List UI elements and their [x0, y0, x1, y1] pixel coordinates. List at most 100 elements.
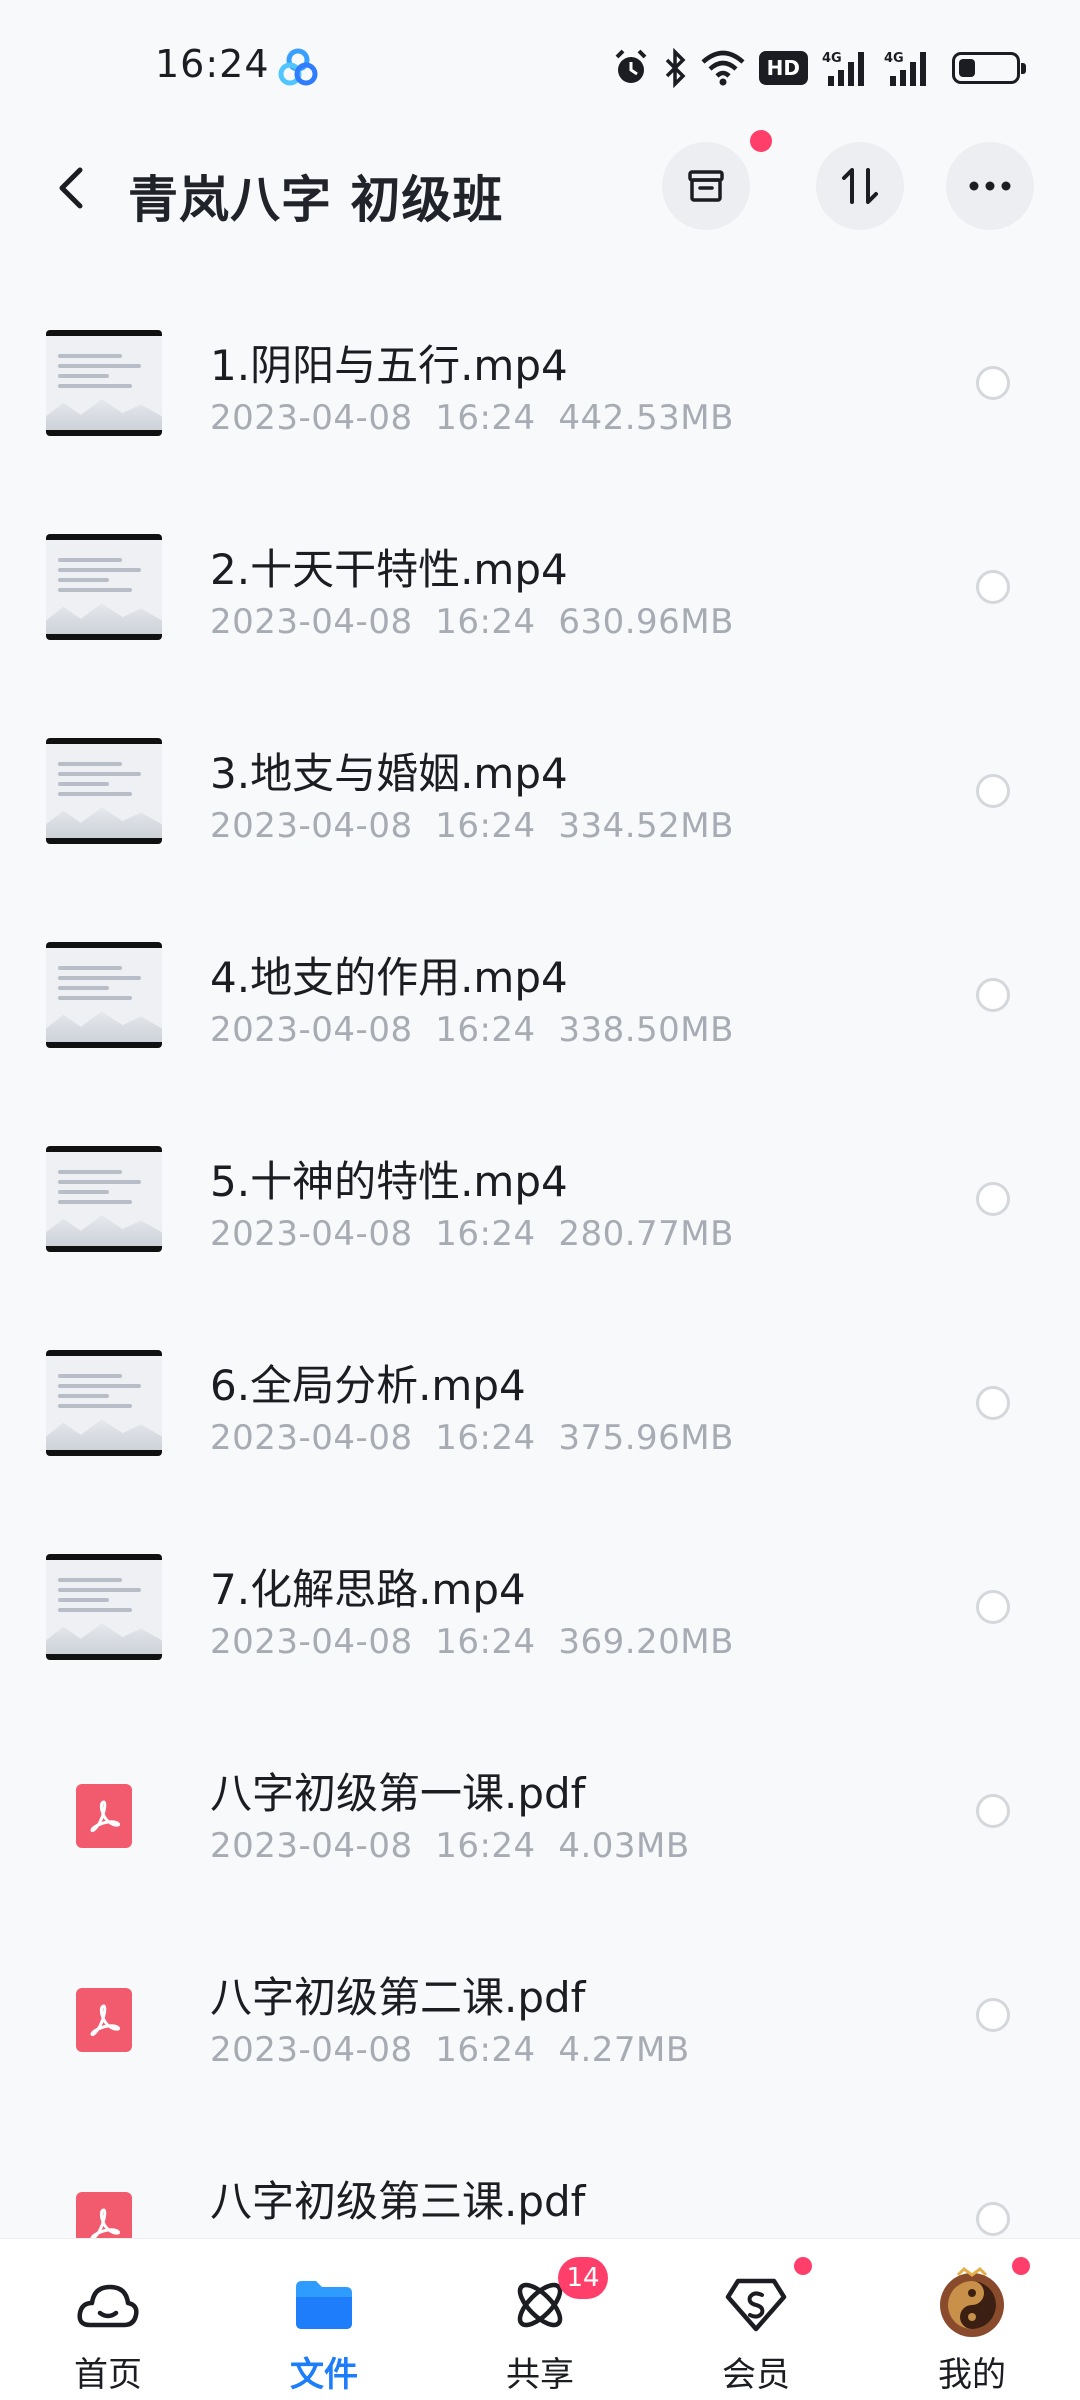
file-name: 7.化解思路.mp4	[210, 1565, 526, 1614]
video-thumbnail	[46, 1146, 162, 1252]
bottom-nav: 首页 文件 14 共享 会员 我的	[0, 2238, 1080, 2400]
sort-button[interactable]	[816, 142, 904, 230]
svg-text:4G: 4G	[884, 51, 904, 66]
file-row[interactable]: 6.全局分析.mp4 2023-04-08 16:24 375.96MB	[0, 1300, 1080, 1504]
file-name: 6.全局分析.mp4	[210, 1361, 526, 1410]
file-size: 375.96MB	[558, 1418, 734, 1458]
file-list: 1.阴阳与五行.mp4 2023-04-08 16:24 442.53MB 2.十天…	[0, 280, 1080, 2320]
file-row[interactable]: 7.化解思路.mp4 2023-04-08 16:24 369.20MB	[0, 1504, 1080, 1708]
file-name: 八字初级第一课.pdf	[210, 1769, 586, 1818]
chevron-left-icon	[59, 167, 83, 209]
file-row[interactable]: 八字初级第一课.pdf 2023-04-08 16:24 4.03MB	[0, 1708, 1080, 1912]
file-row[interactable]: 1.阴阳与五行.mp4 2023-04-08 16:24 442.53MB	[0, 280, 1080, 484]
status-icons: HD 4G 4G	[613, 46, 1026, 90]
video-thumbnail	[46, 534, 162, 640]
file-name: 1.阴阳与五行.mp4	[210, 341, 568, 390]
file-meta: 2023-04-08 16:24 334.52MB	[210, 806, 734, 846]
file-date: 2023-04-08 16:24	[210, 602, 536, 642]
file-name: 八字初级第二课.pdf	[210, 1973, 586, 2022]
file-name: 4.地支的作用.mp4	[210, 953, 568, 1002]
hd-label: HD	[758, 51, 808, 85]
page-title: 青岚八字 初级班	[128, 171, 504, 229]
battery-icon	[952, 48, 1026, 88]
file-row[interactable]: 5.十神的特性.mp4 2023-04-08 16:24 280.77MB	[0, 1096, 1080, 1300]
file-meta: 2023-04-08 16:24 4.03MB	[210, 1826, 690, 1866]
file-size: 369.20MB	[558, 1622, 734, 1662]
video-thumbnail	[46, 942, 162, 1048]
nav-home[interactable]: 首页	[0, 2239, 216, 2400]
file-date: 2023-04-08 16:24	[210, 1418, 536, 1458]
select-checkbox[interactable]	[976, 1590, 1010, 1624]
nav-label-vip: 会员	[722, 2355, 790, 2395]
video-thumbnail	[46, 1554, 162, 1660]
nav-label-share: 共享	[506, 2355, 574, 2395]
pdf-file-icon	[76, 1784, 132, 1848]
hd-voice-icon: HD	[758, 48, 808, 88]
avatar-icon	[936, 2267, 1008, 2339]
status-bar: 16:24 HD 4G 4G	[0, 0, 1080, 120]
archive-button[interactable]	[662, 142, 750, 230]
sort-arrows-icon	[842, 168, 878, 204]
file-row[interactable]: 八字初级第二课.pdf 2023-04-08 16:24 4.27MB	[0, 1912, 1080, 2116]
file-meta: 2023-04-08 16:24 280.77MB	[210, 1214, 734, 1254]
nav-label-home: 首页	[74, 2355, 142, 2395]
video-thumbnail	[46, 1350, 162, 1456]
file-name: 3.地支与婚姻.mp4	[210, 749, 568, 798]
share-count-badge: 14	[558, 2257, 608, 2299]
select-checkbox[interactable]	[976, 1998, 1010, 2032]
battery-fill	[959, 59, 975, 77]
file-date: 2023-04-08 16:24	[210, 1826, 536, 1866]
file-meta: 2023-04-08 16:24 630.96MB	[210, 602, 734, 642]
file-size: 280.77MB	[558, 1214, 734, 1254]
app-notification-icon	[278, 48, 318, 86]
select-checkbox[interactable]	[976, 1386, 1010, 1420]
video-thumbnail	[46, 330, 162, 436]
file-meta: 2023-04-08 16:24 442.53MB	[210, 398, 734, 438]
file-name: 八字初级第三课.pdf	[210, 2177, 586, 2226]
file-meta: 2023-04-08 16:24 369.20MB	[210, 1622, 734, 1662]
file-row[interactable]: 3.地支与婚姻.mp4 2023-04-08 16:24 334.52MB	[0, 688, 1080, 892]
folder-icon	[292, 2273, 356, 2337]
more-button[interactable]	[946, 142, 1034, 230]
file-meta: 2023-04-08 16:24 375.96MB	[210, 1418, 734, 1458]
nav-vip[interactable]: 会员	[648, 2239, 864, 2400]
cloud-icon	[76, 2273, 140, 2337]
file-size: 334.52MB	[558, 806, 734, 846]
file-date: 2023-04-08 16:24	[210, 2030, 536, 2070]
signal-4g-icon: 4G	[822, 51, 864, 86]
select-checkbox[interactable]	[976, 2202, 1010, 2236]
more-dots-icon	[969, 181, 1011, 191]
file-size: 338.50MB	[558, 1010, 734, 1050]
file-row[interactable]: 4.地支的作用.mp4 2023-04-08 16:24 338.50MB	[0, 892, 1080, 1096]
select-checkbox[interactable]	[976, 1182, 1010, 1216]
nav-files[interactable]: 文件	[216, 2239, 432, 2400]
archive-box-icon	[688, 170, 724, 202]
status-time: 16:24	[155, 42, 270, 86]
mine-notification-dot	[1012, 2257, 1030, 2275]
file-folder-screen: 16:24 HD 4G 4G 青岚八字 初级班 1.阴阳与五行.mp4 2023…	[0, 0, 1080, 2400]
file-name: 5.十神的特性.mp4	[210, 1157, 568, 1206]
video-thumbnail	[46, 738, 162, 844]
vip-notification-dot	[794, 2257, 812, 2275]
file-name: 2.十天干特性.mp4	[210, 545, 568, 594]
file-meta: 2023-04-08 16:24 338.50MB	[210, 1010, 734, 1050]
wifi-icon	[701, 50, 745, 86]
select-checkbox[interactable]	[976, 570, 1010, 604]
select-checkbox[interactable]	[976, 366, 1010, 400]
nav-share[interactable]: 14 共享	[432, 2239, 648, 2400]
file-date: 2023-04-08 16:24	[210, 1622, 536, 1662]
header: 青岚八字 初级班	[0, 130, 1080, 250]
signal-4g-icon-2: 4G	[884, 51, 926, 86]
nav-label-mine: 我的	[938, 2355, 1006, 2395]
select-checkbox[interactable]	[976, 978, 1010, 1012]
select-checkbox[interactable]	[976, 774, 1010, 808]
file-row[interactable]: 2.十天干特性.mp4 2023-04-08 16:24 630.96MB	[0, 484, 1080, 688]
bluetooth-icon	[665, 48, 686, 88]
select-checkbox[interactable]	[976, 1794, 1010, 1828]
file-meta: 2023-04-08 16:24 4.27MB	[210, 2030, 690, 2070]
back-button[interactable]	[40, 156, 104, 220]
file-date: 2023-04-08 16:24	[210, 1214, 536, 1254]
file-size: 4.27MB	[558, 2030, 690, 2070]
nav-mine[interactable]: 我的	[864, 2239, 1080, 2400]
svg-text:4G: 4G	[822, 51, 842, 66]
